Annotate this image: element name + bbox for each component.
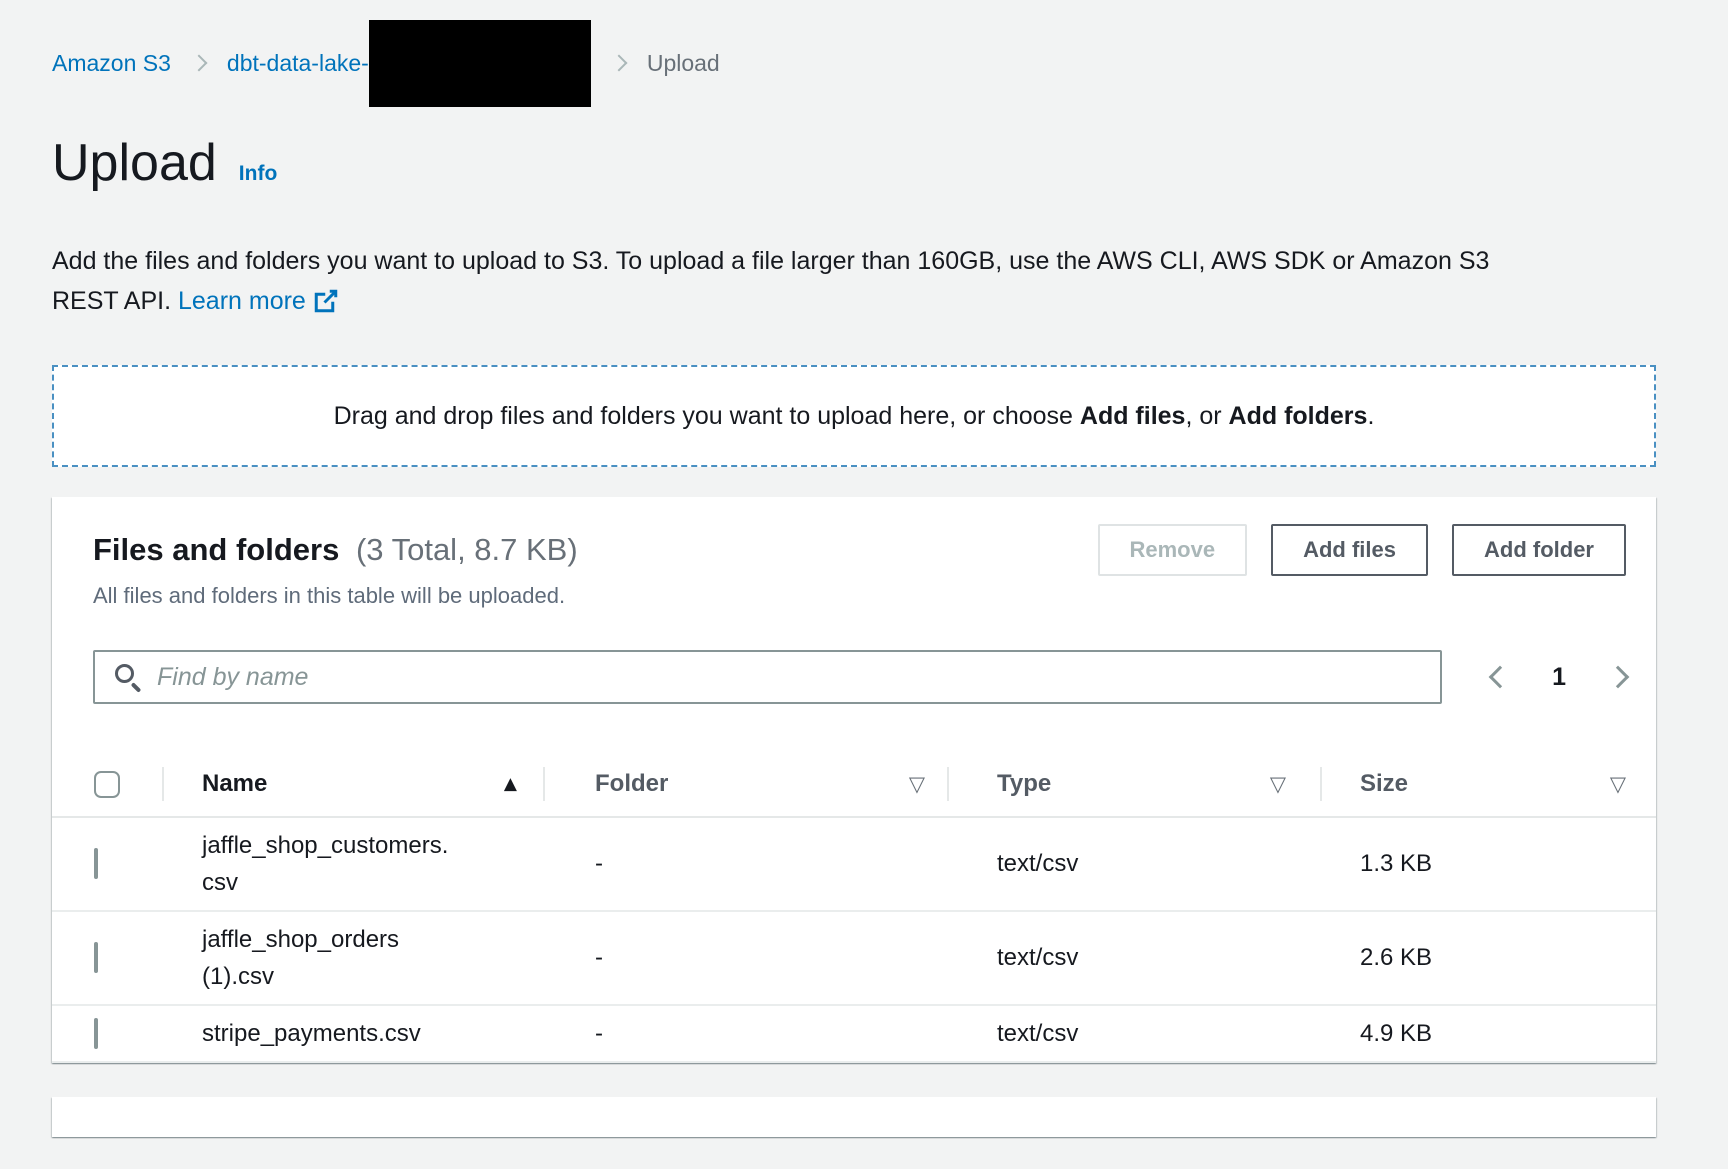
breadcrumb: Amazon S3 dbt-data-lake- Upload xyxy=(52,41,1656,85)
table-row: jaffle_shop_orders (1).csv - text/csv 2.… xyxy=(52,912,1656,1006)
row-checkbox-cell xyxy=(52,850,162,878)
card-header: Files and folders (3 Total, 8.7 KB) All … xyxy=(52,497,1656,609)
row-checkbox[interactable] xyxy=(94,848,98,879)
cell-size: 2.6 KB xyxy=(1320,944,1656,972)
add-folder-button[interactable]: Add folder xyxy=(1452,524,1626,576)
panel-actions: Remove Add files Add folder xyxy=(1098,524,1627,576)
external-link-icon xyxy=(314,289,338,313)
drag-and-drop-zone[interactable]: Drag and drop files and folders you want… xyxy=(52,365,1656,467)
breadcrumb-chevron-icon xyxy=(610,55,627,72)
panel-count-summary: (3 Total, 8.7 KB) xyxy=(356,532,578,567)
table-row: jaffle_shop_customers.csv - text/csv 1.3… xyxy=(52,818,1656,912)
cell-folder: - xyxy=(543,850,947,878)
panel-subtitle: All files and folders in this table will… xyxy=(93,583,578,609)
upload-page: Amazon S3 dbt-data-lake- Upload Upload I… xyxy=(0,41,1728,1137)
table-header-row: Name ▲ Folder ▽ Type ▽ Size ▽ xyxy=(52,752,1656,818)
files-table: Name ▲ Folder ▽ Type ▽ Size ▽ jaffl xyxy=(52,752,1656,1063)
breadcrumb-chevron-icon xyxy=(190,55,207,72)
cell-type: text/csv xyxy=(947,944,1320,972)
search-input[interactable] xyxy=(93,650,1442,704)
cell-folder: - xyxy=(543,1020,947,1048)
filter-dropdown-icon[interactable]: ▽ xyxy=(909,772,925,796)
breadcrumb-amazon-s3-link[interactable]: Amazon S3 xyxy=(52,50,171,77)
learn-more-link[interactable]: Learn more xyxy=(178,287,338,315)
next-section-card xyxy=(52,1097,1656,1137)
search-icon xyxy=(115,664,134,683)
search-box xyxy=(93,650,1442,704)
search-row: 1 xyxy=(93,650,1626,704)
info-link[interactable]: Info xyxy=(239,162,277,186)
redacted-bucket-name xyxy=(369,20,591,107)
row-checkbox[interactable] xyxy=(94,942,98,973)
filter-dropdown-icon[interactable]: ▽ xyxy=(1610,772,1626,796)
filter-dropdown-icon[interactable]: ▽ xyxy=(1270,772,1286,796)
column-header-size[interactable]: Size ▽ xyxy=(1320,752,1656,816)
row-checkbox-cell xyxy=(52,944,162,972)
select-all-checkbox[interactable] xyxy=(94,771,120,798)
files-and-folders-card: Files and folders (3 Total, 8.7 KB) All … xyxy=(52,497,1656,1063)
column-header-name[interactable]: Name ▲ xyxy=(162,752,543,816)
card-header-text: Files and folders (3 Total, 8.7 KB) All … xyxy=(93,524,578,609)
remove-button[interactable]: Remove xyxy=(1098,524,1248,576)
dropzone-text: Drag and drop files and folders you want… xyxy=(334,402,1375,431)
cell-name: stripe_payments.csv xyxy=(202,1006,454,1061)
breadcrumb-bucket-link[interactable]: dbt-data-lake- xyxy=(227,50,369,77)
cell-type: text/csv xyxy=(947,1020,1320,1048)
panel-title: Files and folders xyxy=(93,532,339,567)
column-header-folder[interactable]: Folder ▽ xyxy=(543,752,947,816)
intro-paragraph: Add the files and folders you want to up… xyxy=(52,241,1549,321)
page-title: Upload xyxy=(52,133,217,193)
row-checkbox-cell xyxy=(52,1020,162,1048)
cell-size: 1.3 KB xyxy=(1320,850,1656,878)
column-header-type[interactable]: Type ▽ xyxy=(947,752,1320,816)
chevron-left-icon[interactable] xyxy=(1489,666,1512,689)
row-checkbox[interactable] xyxy=(94,1018,98,1049)
add-files-button[interactable]: Add files xyxy=(1271,524,1428,576)
pagination-current-page[interactable]: 1 xyxy=(1552,663,1566,692)
pagination: 1 xyxy=(1492,663,1626,692)
cell-size: 4.9 KB xyxy=(1320,1020,1656,1048)
table-row: stripe_payments.csv - text/csv 4.9 KB xyxy=(52,1006,1656,1063)
panel-title-line: Files and folders (3 Total, 8.7 KB) xyxy=(93,532,578,568)
page-title-row: Upload Info xyxy=(52,133,1656,193)
cell-folder: - xyxy=(543,944,947,972)
cell-name: jaffle_shop_orders (1).csv xyxy=(202,912,454,1004)
sort-ascending-icon[interactable]: ▲ xyxy=(504,774,517,794)
cell-name: jaffle_shop_customers.csv xyxy=(202,818,454,910)
chevron-right-icon[interactable] xyxy=(1607,666,1630,689)
cell-type: text/csv xyxy=(947,850,1320,878)
table-header-checkbox-cell xyxy=(52,771,162,798)
breadcrumb-current-upload: Upload xyxy=(647,50,720,77)
